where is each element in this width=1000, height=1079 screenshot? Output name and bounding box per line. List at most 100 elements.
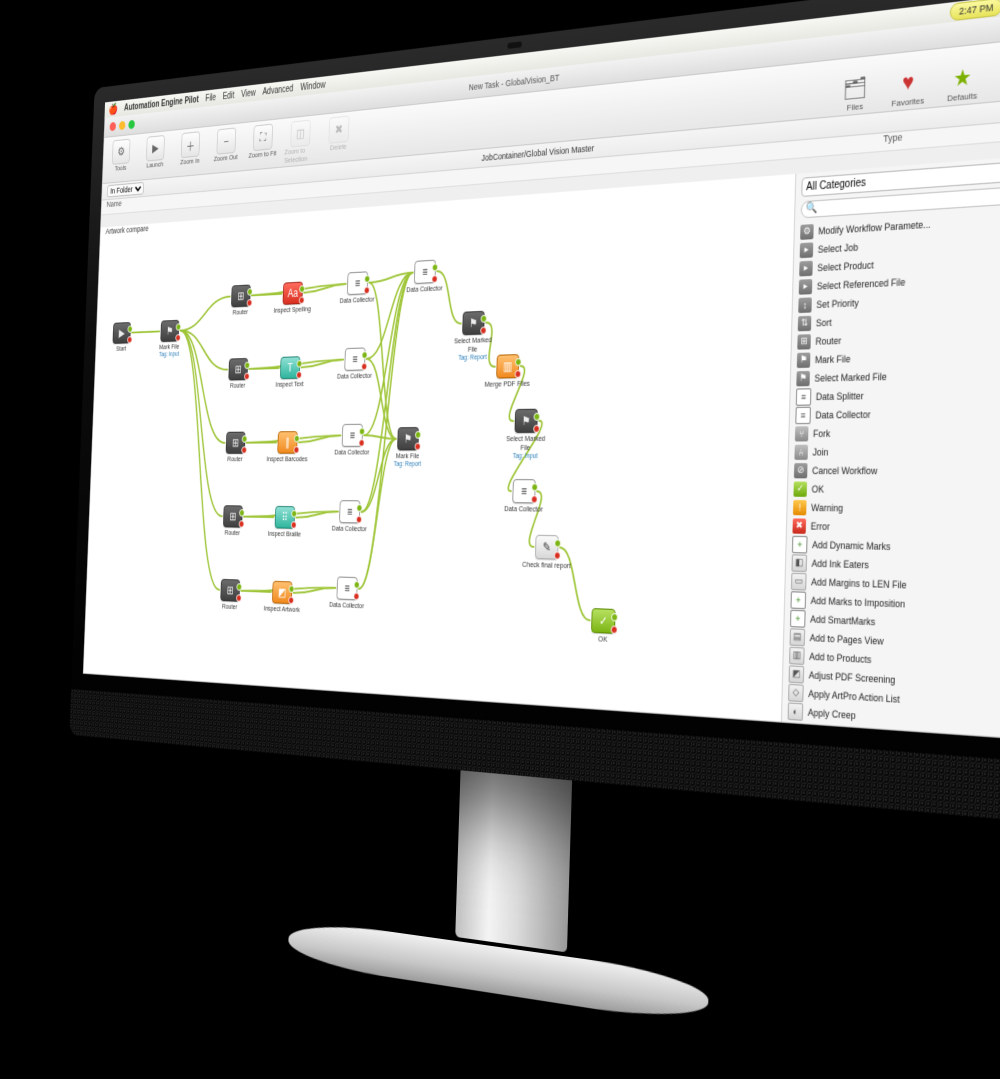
port-ok[interactable] [242,435,248,442]
node-artwork[interactable]: ◩Inspect Artwork [260,580,303,614]
port-ok[interactable] [515,358,522,366]
folder-scope-select[interactable]: In Folder [107,182,144,198]
port-ok[interactable] [359,428,365,436]
port-ok[interactable] [236,583,242,591]
node-router3[interactable]: ⊞Router [215,432,257,463]
task-item[interactable]: +Add Marks to Imposition [787,590,1000,618]
node-router4[interactable]: ⊞Router [212,505,254,537]
task-item[interactable]: +Add Dynamic Marks [788,535,1000,559]
task-item[interactable]: ▥Add to Products [785,645,1000,677]
node-dc2[interactable]: ≡Data Collector [332,347,377,381]
port-error[interactable] [414,443,420,451]
port-error[interactable] [293,446,299,454]
menu-file[interactable]: File [205,92,216,103]
task-item[interactable]: ◐Apply Creep [784,701,1000,737]
port-error[interactable] [361,363,367,371]
toolbar-favorites-button[interactable]: ♥Favorites [886,66,931,109]
port-ok[interactable] [239,509,245,516]
node-merge[interactable]: ▥Merge PDF Files [483,354,532,389]
task-item[interactable]: ◧Add Ink Eaters [788,553,1000,579]
window-zoom-button[interactable] [128,120,135,129]
task-item[interactable]: ✓OK [790,479,1000,500]
node-dcMid[interactable]: ≡Data Collector [499,479,549,514]
port-ok[interactable] [296,360,302,368]
task-category-select[interactable]: All Categories [801,160,1000,197]
node-dc4[interactable]: ≡Data Collector [327,500,372,533]
toolbar-zoom-to-selection-button[interactable]: ◫Zoom to Selection [284,119,316,165]
port-ok[interactable] [291,510,297,518]
port-error[interactable] [480,326,487,334]
port-error[interactable] [515,370,522,378]
port-ok[interactable] [244,362,250,370]
port-error[interactable] [364,286,370,294]
port-error[interactable] [127,336,132,343]
node-router5[interactable]: ⊞Router [209,578,251,611]
node-router2[interactable]: ⊞Router [217,358,259,390]
port-ok[interactable] [481,315,488,323]
menu-window[interactable]: Window [300,80,326,93]
port-error[interactable] [431,275,437,283]
port-error[interactable] [236,594,242,602]
port-ok[interactable] [531,483,538,491]
task-item[interactable]: ⚙Modify Workflow Paramete... [796,207,1000,241]
node-start[interactable]: ▶Start [102,322,141,354]
task-item[interactable]: ◆Apply PantoneLIVE Condition [783,720,1000,740]
node-check[interactable]: ✎Check final report [522,534,572,570]
task-item[interactable]: ↕Set Priority [794,285,1000,314]
toolbar-zoom-to-fit-button[interactable]: ⛶Zoom to Fit [247,123,279,168]
port-error[interactable] [244,373,250,381]
menu-edit[interactable]: Edit [223,90,235,101]
node-markfile2[interactable]: ⚑Mark FileTag: Report [385,427,432,468]
port-ok[interactable] [364,275,370,283]
port-ok[interactable] [299,285,305,293]
node-dcTop[interactable]: ≡Data Collector [402,259,449,294]
task-item[interactable]: ⊘Cancel Workflow [790,461,1000,481]
task-item[interactable]: ▸Select Product [795,246,1000,278]
task-item[interactable]: ▸Select Referenced File [795,266,1000,296]
port-error[interactable] [288,596,294,604]
node-dc1[interactable]: ≡Data Collector [335,271,380,306]
window-minimize-button[interactable] [119,121,126,130]
menu-advanced[interactable]: Advanced [262,83,293,97]
port-ok[interactable] [289,585,295,593]
toolbar-zoom-out-button[interactable]: −Zoom Out [211,127,242,172]
port-error[interactable] [241,446,247,453]
task-list[interactable]: ⚙Modify Workflow Paramete...▸Select Job▸… [782,207,1000,739]
port-ok[interactable] [294,435,300,443]
port-ok[interactable] [611,613,618,622]
task-item[interactable]: 🗄Archive Job [783,738,1000,739]
node-router1[interactable]: ⊞Router [220,284,262,317]
toolbar-tools-button[interactable]: ⚙Tools [106,138,135,181]
port-ok[interactable] [432,263,438,271]
port-error[interactable] [175,334,181,341]
task-item[interactable]: ≡Data Collector [792,402,1000,424]
task-item[interactable]: ⑂Fork [791,422,1000,443]
port-ok[interactable] [356,504,362,512]
window-close-button[interactable] [110,122,117,131]
port-ok[interactable] [176,323,182,330]
task-item[interactable]: ⊞Router [793,324,1000,351]
task-item[interactable]: ⇅Sort [794,305,1000,333]
toolbar-zoom-in-button[interactable]: ＋Zoom In [175,131,205,175]
port-ok[interactable] [415,431,421,439]
task-item[interactable]: ◇Apply ArtPro Action List [784,682,1000,716]
task-item[interactable]: !Warning [789,498,1000,520]
task-item[interactable]: ▤Add to Pages View [786,627,1000,658]
port-error[interactable] [296,371,302,379]
port-error[interactable] [533,425,540,433]
port-ok[interactable] [127,325,132,332]
node-markfile1[interactable]: ⚑Mark FileTag: Input [149,319,189,358]
node-barcode[interactable]: ∥Inspect Barcodes [266,431,309,463]
port-error[interactable] [554,551,561,559]
port-error[interactable] [359,439,365,447]
task-item[interactable]: ▸Select Job [796,227,1000,260]
port-error[interactable] [291,521,297,529]
task-item[interactable]: ▭Add Margins to LEN File [787,572,1000,599]
task-item[interactable]: ⚑Mark File [793,344,1000,370]
toolbar-files-button[interactable]: 🗂Files [834,72,877,114]
port-ok[interactable] [533,413,540,421]
port-ok[interactable] [362,351,368,359]
port-error[interactable] [239,520,245,528]
node-braille[interactable]: ⠿Inspect Braille [263,506,306,539]
node-dc3[interactable]: ≡Data Collector [330,424,375,457]
